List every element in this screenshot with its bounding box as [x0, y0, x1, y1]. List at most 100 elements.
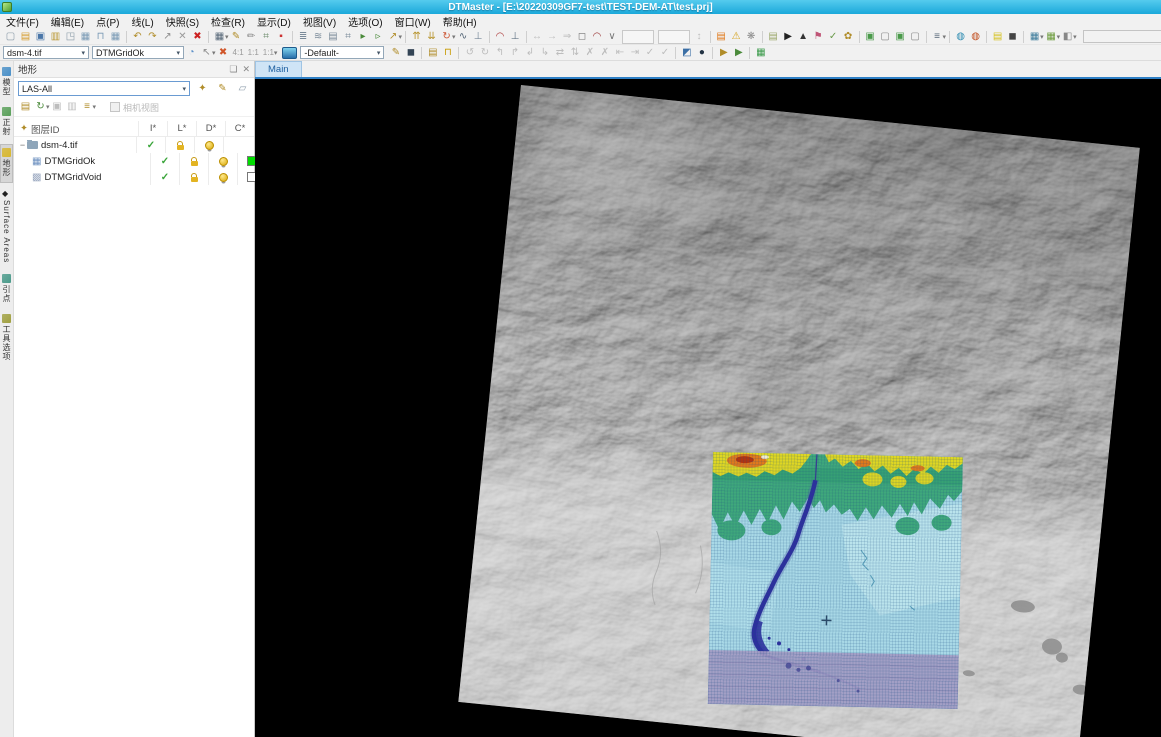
undo-icon[interactable]: ↶ — [130, 30, 145, 44]
pan-mode[interactable]: ↖ ▾ — [199, 46, 215, 60]
dark-sphere-icon[interactable]: ● — [694, 46, 709, 60]
play-alt-icon[interactable]: ▹ — [371, 30, 386, 44]
pie-classify-icon[interactable]: ◩ — [679, 46, 694, 60]
layer-list-dropdown-icon[interactable]: ▾ — [93, 103, 97, 111]
menu-item[interactable]: 检查(R) — [205, 14, 251, 29]
tree-column-header[interactable]: L* — [167, 121, 196, 136]
fly-speed-input[interactable] — [621, 29, 654, 44]
point-list-icon[interactable]: ≣ — [296, 30, 311, 44]
grid-export-icon[interactable]: ▦ — [753, 46, 768, 60]
globe-red-icon[interactable]: ◍ — [968, 30, 983, 44]
globe-blue-icon[interactable]: ◍ — [953, 30, 968, 44]
side-tab-panel[interactable]: 地形 — [0, 144, 13, 183]
level-icon[interactable]: ⊥ — [471, 30, 486, 44]
dark-square-icon[interactable]: ◼ — [1005, 30, 1020, 44]
move-mode[interactable]: ↗ ▾ — [386, 30, 402, 44]
menu-item[interactable]: 帮助(H) — [437, 14, 483, 29]
mesh-icon[interactable]: ⌗ — [341, 30, 356, 44]
ortho-b-icon[interactable]: ▣ — [893, 30, 908, 44]
pan-step-icon[interactable]: ⇒ — [560, 30, 575, 44]
menu-item[interactable]: 线(L) — [125, 14, 159, 29]
menu-item[interactable]: 编辑(E) — [45, 14, 90, 29]
ortho-a-icon[interactable]: ▣ — [863, 30, 878, 44]
delete-all-icon[interactable]: ✖ — [190, 30, 205, 44]
warnings-icon[interactable]: ⚠ — [729, 30, 744, 44]
frame-b-icon[interactable]: ▢ — [908, 30, 923, 44]
remove-filter-icon[interactable]: ▱ — [235, 82, 250, 96]
lock-display-icon[interactable]: ⊓ — [93, 30, 108, 44]
snap-grid-icon[interactable]: ⌗ — [259, 30, 274, 44]
delete-icon[interactable]: ✕ — [175, 30, 190, 44]
run-green-icon[interactable]: ▶ — [731, 46, 746, 60]
turn-down-right-icon[interactable]: ↳ — [537, 46, 552, 60]
copy-terrain-icon[interactable]: ▥ — [65, 100, 80, 114]
save-all-icon[interactable]: ▥ — [48, 30, 63, 44]
side-tab-panel[interactable]: 工具选项 — [0, 311, 13, 366]
pointer-icon[interactable]: ↗ — [160, 30, 175, 44]
marker-icon[interactable]: ▲ — [796, 30, 811, 44]
orbit-icon[interactable]: ◠ — [590, 30, 605, 44]
edit-pencil-icon[interactable]: ✎ — [229, 30, 244, 44]
menu-item[interactable]: 点(P) — [90, 14, 125, 29]
zoom-preset[interactable]: 4:1 — [233, 48, 244, 57]
arc-tool-icon[interactable]: ◠ — [493, 30, 508, 44]
tree-column-header[interactable]: I* — [138, 121, 167, 136]
image-view-icon[interactable]: ▦ — [78, 30, 93, 44]
terrain-filter-combo[interactable]: LAS-All ▾ — [18, 81, 190, 96]
zoom-preset[interactable]: 1:1 — [248, 48, 259, 57]
window-zoom-icon[interactable]: ◻ — [575, 30, 590, 44]
side-tab-panel[interactable]: 模型 — [0, 64, 13, 101]
open-terrain-icon[interactable]: ▤ — [18, 100, 33, 114]
profiles-icon[interactable]: ▤ — [326, 30, 341, 44]
display-cell[interactable] — [208, 153, 237, 169]
close-panel-icon[interactable]: ✕ — [242, 64, 250, 75]
lock-open-icon[interactable]: ⊓ — [440, 46, 455, 60]
swap-vertical-icon[interactable]: ⇅ — [567, 46, 582, 60]
edit-filter-icon[interactable]: ✎ — [215, 82, 230, 96]
reject-a-icon[interactable]: ✗ — [582, 46, 597, 60]
select-mode[interactable]: ▦ ▾ — [212, 30, 229, 44]
tree-row[interactable]: ▦ DTMGridOk ✓ — [14, 153, 257, 169]
accept-b-icon[interactable]: ✓ — [657, 46, 672, 60]
menu-item[interactable]: 显示(D) — [251, 14, 297, 29]
side-tab-panel[interactable]: 引点 — [0, 271, 13, 308]
preset-dropdown-icon[interactable]: ▾ — [274, 49, 278, 57]
pan-right-icon[interactable]: → — [545, 30, 560, 44]
side-tab-panel[interactable]: 正射 — [0, 104, 13, 141]
menu-item[interactable]: 窗口(W) — [389, 14, 437, 29]
lock-cell[interactable] — [165, 137, 194, 153]
stereo-view-icon[interactable]: ▦ — [108, 30, 123, 44]
check-tool-icon[interactable]: ✓ — [826, 30, 841, 44]
fly-height-input[interactable] — [657, 29, 690, 44]
turn-up-left-icon[interactable]: ↰ — [492, 46, 507, 60]
rotate-right-icon[interactable]: ↻ — [477, 46, 492, 60]
contours-icon[interactable]: ≋ — [311, 30, 326, 44]
plant-icon[interactable]: ✿ — [841, 30, 856, 44]
tree-column-header[interactable]: ✦ 图层ID — [14, 122, 138, 136]
flag-icon[interactable]: ⚑ — [811, 30, 826, 44]
accept-a-icon[interactable]: ✓ — [642, 46, 657, 60]
dtm-tile-icon[interactable]: ▤ — [714, 30, 729, 44]
black-arrow-icon[interactable]: ▶ — [781, 30, 796, 44]
tree-column-header[interactable]: D* — [196, 121, 225, 136]
page-edit-icon[interactable]: ▤ — [425, 46, 440, 60]
side-tab-surface-areas[interactable]: ◆ Surface Areas — [0, 186, 13, 268]
tab-main[interactable]: Main — [255, 61, 302, 77]
layer-combo[interactable]: DTMGridOk ▾ — [92, 46, 184, 59]
color-cell[interactable] — [223, 137, 252, 153]
nav-circle-icon[interactable]: ◔ — [184, 46, 199, 60]
display-cell[interactable] — [208, 169, 237, 185]
annotate-icon[interactable]: ✎ — [388, 46, 403, 60]
layout-mode[interactable]: ≡ ▾ — [930, 30, 946, 44]
file-combo[interactable]: dsm-4.tif ▾ — [3, 46, 89, 59]
save-icon[interactable]: ▣ — [33, 30, 48, 44]
notes-icon[interactable]: ▤ — [766, 30, 781, 44]
misc-mode-dropdown-icon[interactable]: ▾ — [1073, 33, 1077, 41]
menu-item[interactable]: 快照(S) — [160, 14, 205, 29]
record-dot-icon[interactable]: ▪ — [274, 30, 289, 44]
menu-item[interactable]: 选项(O) — [342, 14, 388, 29]
raise-points-icon[interactable]: ⇈ — [409, 30, 424, 44]
lower-points-icon[interactable]: ⇊ — [424, 30, 439, 44]
quick-select-combo[interactable]: ▾ — [1082, 30, 1161, 43]
turn-up-right-icon[interactable]: ↱ — [507, 46, 522, 60]
